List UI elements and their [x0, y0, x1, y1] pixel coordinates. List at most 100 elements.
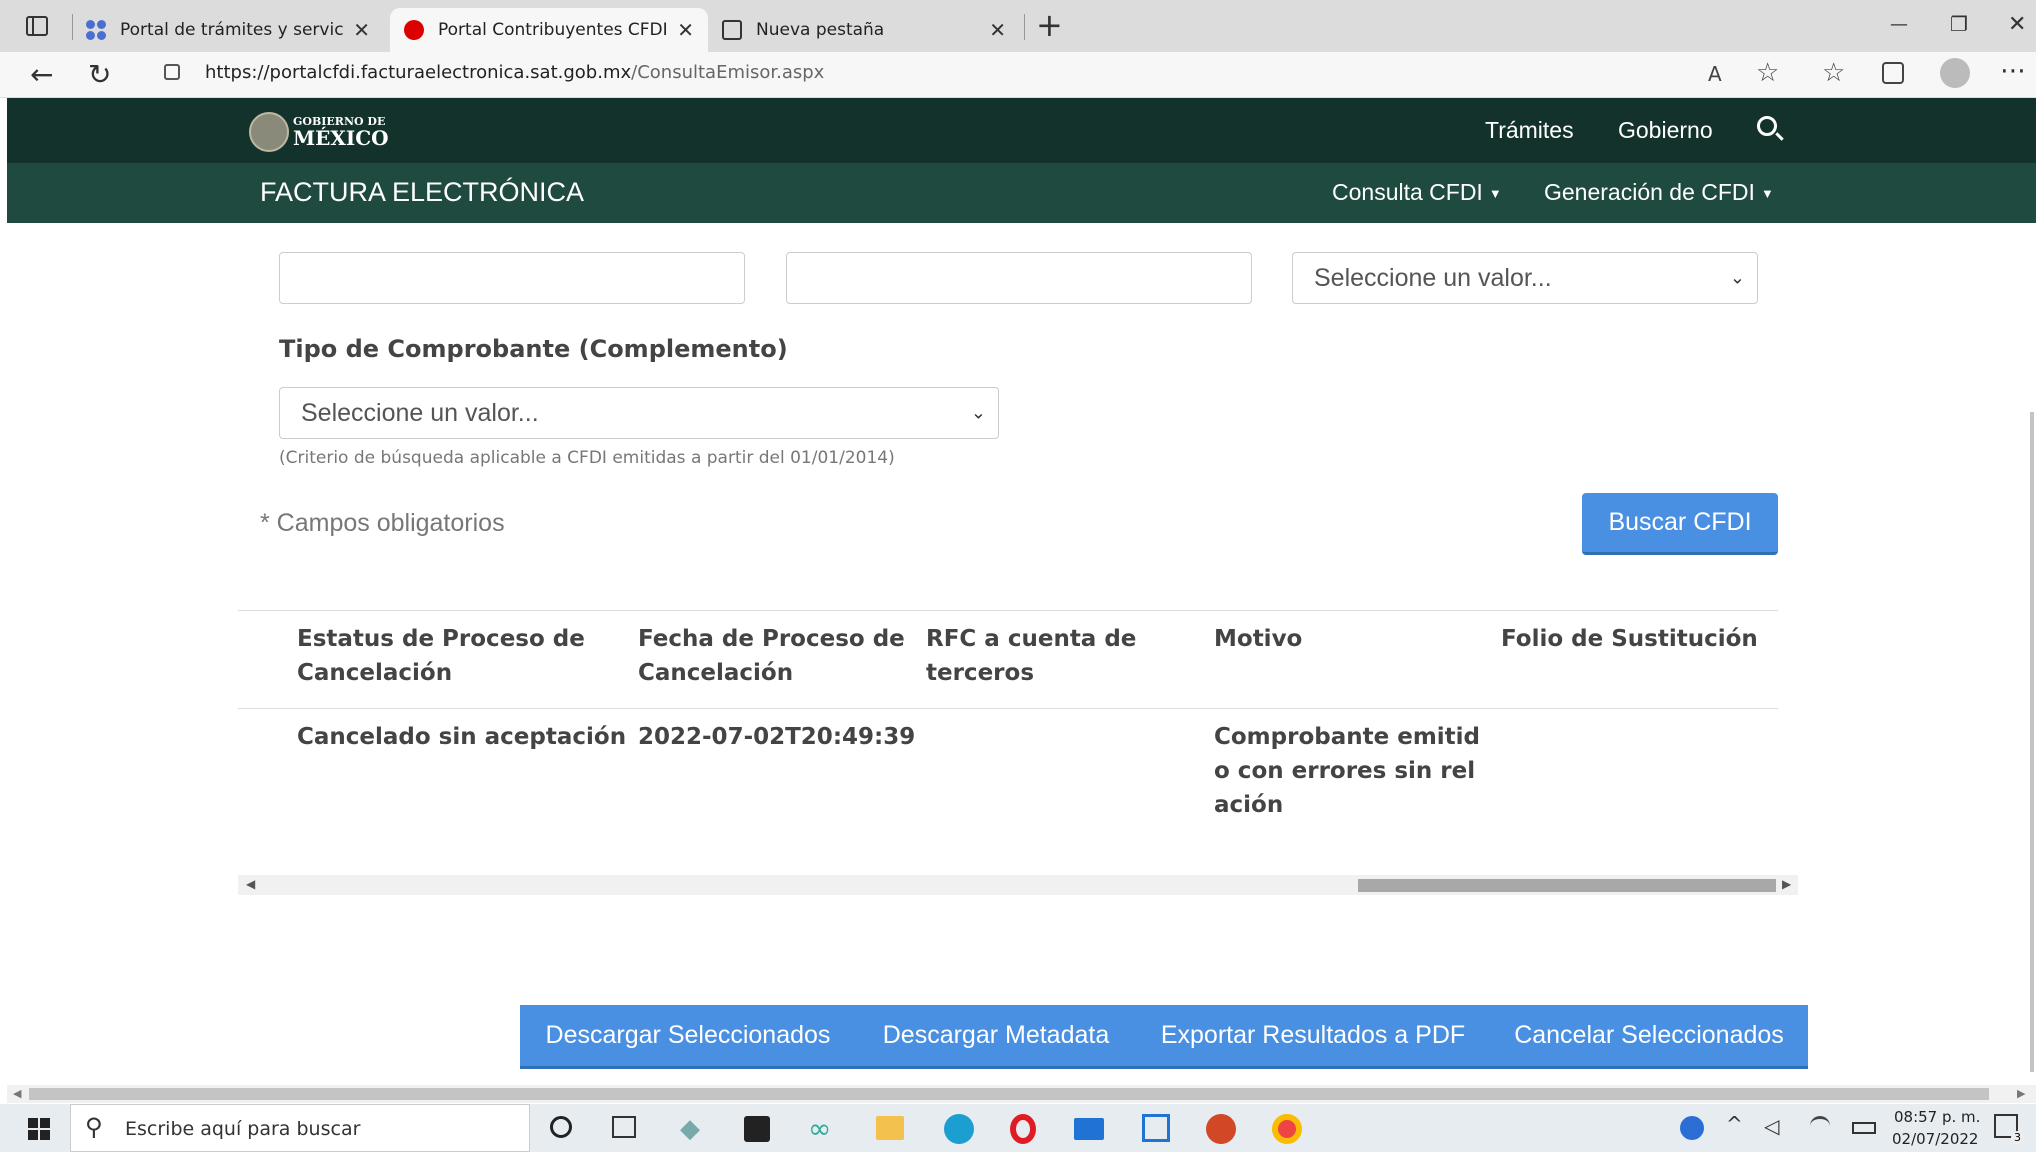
complement-label: Tipo de Comprobante (Complemento): [279, 335, 788, 363]
add-favorite-icon[interactable]: ☆: [1756, 58, 1779, 88]
scroll-right-icon[interactable]: ▶: [1782, 877, 1791, 891]
text-field-2[interactable]: [786, 252, 1252, 304]
search-cfdi-button[interactable]: Buscar CFDI: [1582, 493, 1778, 555]
close-tab-icon[interactable]: ✕: [989, 18, 1006, 42]
url-field[interactable]: https://portalcfdi.facturaelectronica.sa…: [205, 62, 824, 83]
new-tab-button[interactable]: +: [1036, 6, 1063, 44]
nav-gobierno[interactable]: Gobierno: [1618, 117, 1713, 144]
scroll-left-icon[interactable]: ◀: [13, 1087, 21, 1100]
volume-icon[interactable]: ◁: [1764, 1114, 1779, 1138]
select-field-top[interactable]: Seleccione un valor... ⌄: [1292, 252, 1758, 304]
menu-consulta-cfdi[interactable]: Consulta CFDI ▼: [1332, 179, 1502, 206]
collections-icon[interactable]: [1882, 62, 1904, 84]
wifi-icon[interactable]: [1810, 1116, 1830, 1136]
clock-date[interactable]: 02/07/2022: [1892, 1130, 1978, 1148]
scroll-left-icon[interactable]: ◀: [246, 877, 255, 891]
search-icon[interactable]: [1757, 116, 1784, 141]
notifications-icon[interactable]: 3: [1994, 1114, 2024, 1144]
mail-icon[interactable]: [1074, 1118, 1104, 1140]
infinity-app-icon[interactable]: ∞: [808, 1112, 831, 1145]
notification-count-badge: 3: [2011, 1131, 2024, 1144]
chrome-icon[interactable]: [1272, 1114, 1302, 1144]
header-rfc: RFC a cuenta de terceros: [926, 626, 1137, 686]
select-value: Seleccione un valor...: [1314, 263, 1552, 292]
favorites-icon[interactable]: ☆: [1822, 58, 1845, 88]
header-fecha: Fecha de Proceso de Cancelación: [638, 626, 905, 686]
lock-icon[interactable]: [164, 64, 180, 80]
clock-time[interactable]: 08:57 p. m.: [1894, 1108, 1980, 1126]
file-explorer-icon[interactable]: [876, 1116, 904, 1140]
tab-title: Nueva pestaña: [756, 20, 885, 40]
tab-new-tab[interactable]: Nueva pestaña ✕: [708, 8, 1020, 52]
red-dot-favicon-icon: [404, 20, 424, 40]
download-selected-button[interactable]: Descargar Seleccionados: [520, 1005, 856, 1069]
powerpoint-icon[interactable]: [1206, 1114, 1236, 1144]
close-window-button[interactable]: ✕: [2008, 12, 2026, 37]
download-metadata-button[interactable]: Descargar Metadata: [856, 1005, 1136, 1069]
help-icon[interactable]: [1680, 1116, 1704, 1140]
address-bar: ← ↻ https://portalcfdi.facturaelectronic…: [0, 52, 2036, 98]
menu-label: Consulta CFDI: [1332, 179, 1483, 205]
tab-title: Portal de trámites y servicios - SAT: [120, 20, 344, 40]
back-icon[interactable]: ←: [30, 58, 53, 91]
complement-select[interactable]: Seleccione un valor... ⌄: [279, 387, 999, 439]
caret-down-icon: ▼: [1488, 186, 1502, 202]
taskbar-search-placeholder: Escribe aquí para buscar: [125, 1118, 361, 1140]
site-title[interactable]: FACTURA ELECTRÓNICA: [260, 177, 584, 208]
url-host: https://portalcfdi.facturaelectronica.sa…: [205, 62, 632, 83]
restore-button[interactable]: ❐: [1950, 12, 1968, 36]
battery-icon[interactable]: [1852, 1122, 1876, 1134]
new-tab-page-icon: [722, 20, 742, 40]
tab-title: Portal Contribuyentes CFDI | Búsqueda: [438, 20, 668, 40]
table-top-border: [238, 610, 1778, 611]
scrollbar-thumb[interactable]: [29, 1088, 1989, 1100]
tab-sat-portal[interactable]: Portal de trámites y servicios - SAT ✕: [72, 8, 384, 52]
cancel-selected-button[interactable]: Cancelar Seleccionados: [1490, 1005, 1808, 1069]
select-value: Seleccione un valor...: [301, 398, 539, 427]
cell-estatus: Cancelado sin aceptación: [297, 724, 627, 750]
more-menu-icon[interactable]: ⋯: [2000, 56, 2026, 86]
chevron-up-icon[interactable]: ^: [1726, 1112, 1743, 1136]
opera-icon[interactable]: [1010, 1114, 1036, 1144]
gov-logo-bottom: MÉXICO: [293, 126, 389, 150]
menu-label: Generación de CFDI: [1544, 179, 1755, 205]
vertical-scrollbar-thumb[interactable]: [2030, 412, 2034, 1072]
close-tab-icon[interactable]: ✕: [677, 18, 694, 42]
mexico-seal-icon[interactable]: [249, 112, 289, 152]
task-view-icon[interactable]: [612, 1116, 636, 1138]
scroll-right-icon[interactable]: ▶: [2017, 1087, 2025, 1100]
text-field-1[interactable]: [279, 252, 745, 304]
cortana-icon[interactable]: [550, 1116, 572, 1138]
edge-icon[interactable]: [944, 1114, 974, 1144]
minimize-button[interactable]: —: [1890, 14, 1908, 35]
tab-portal-cfdi[interactable]: Portal Contribuyentes CFDI | Búsqueda ✕: [390, 8, 708, 52]
cell-fecha: 2022-07-02T20:49:39: [638, 724, 916, 750]
profile-avatar[interactable]: [1940, 58, 1970, 88]
menu-generacion-cfdi[interactable]: Generación de CFDI ▼: [1544, 179, 1774, 206]
gov-header: GOBIERNO DE MÉXICO Trámites Gobierno: [7, 98, 2036, 163]
refresh-icon[interactable]: ↻: [88, 58, 111, 91]
table-scrollbar[interactable]: ◀ ▶: [238, 875, 1798, 895]
page-scrollbar[interactable]: ◀ ▶: [7, 1085, 2036, 1103]
close-tab-icon[interactable]: ✕: [353, 18, 370, 42]
tab-actions-icon[interactable]: [26, 16, 48, 36]
table-header-divider: [238, 708, 1778, 709]
taskbar-search-box[interactable]: ⚲ Escribe aquí para buscar: [70, 1104, 530, 1152]
site-header: FACTURA ELECTRÓNICA Consulta CFDI ▼ Gener…: [7, 163, 2036, 223]
scrollbar-thumb[interactable]: [1358, 879, 1776, 892]
window-app-icon[interactable]: [1142, 1114, 1170, 1142]
taskbar: ⚲ Escribe aquí para buscar ◆ ∞ ^ ◁ 08:57…: [0, 1104, 2036, 1152]
windows-start-icon[interactable]: [28, 1118, 50, 1140]
cell-motivo: Comprobante emitido con errores sin rela…: [1214, 724, 1481, 818]
search-icon: ⚲: [85, 1113, 103, 1141]
read-aloud-icon[interactable]: A: [1708, 62, 1722, 86]
export-pdf-button[interactable]: Exportar Resultados a PDF: [1136, 1005, 1490, 1069]
sat-favicon-icon: [86, 20, 106, 40]
chevron-down-icon: ⌄: [970, 402, 986, 423]
required-fields-note: * Campos obligatorios: [260, 509, 505, 537]
store-icon[interactable]: [744, 1116, 770, 1142]
caret-down-icon: ▼: [1760, 186, 1774, 202]
nav-tramites[interactable]: Trámites: [1485, 117, 1574, 144]
header-motivo: Motivo: [1214, 626, 1303, 652]
dropbox-icon[interactable]: ◆: [680, 1114, 700, 1144]
